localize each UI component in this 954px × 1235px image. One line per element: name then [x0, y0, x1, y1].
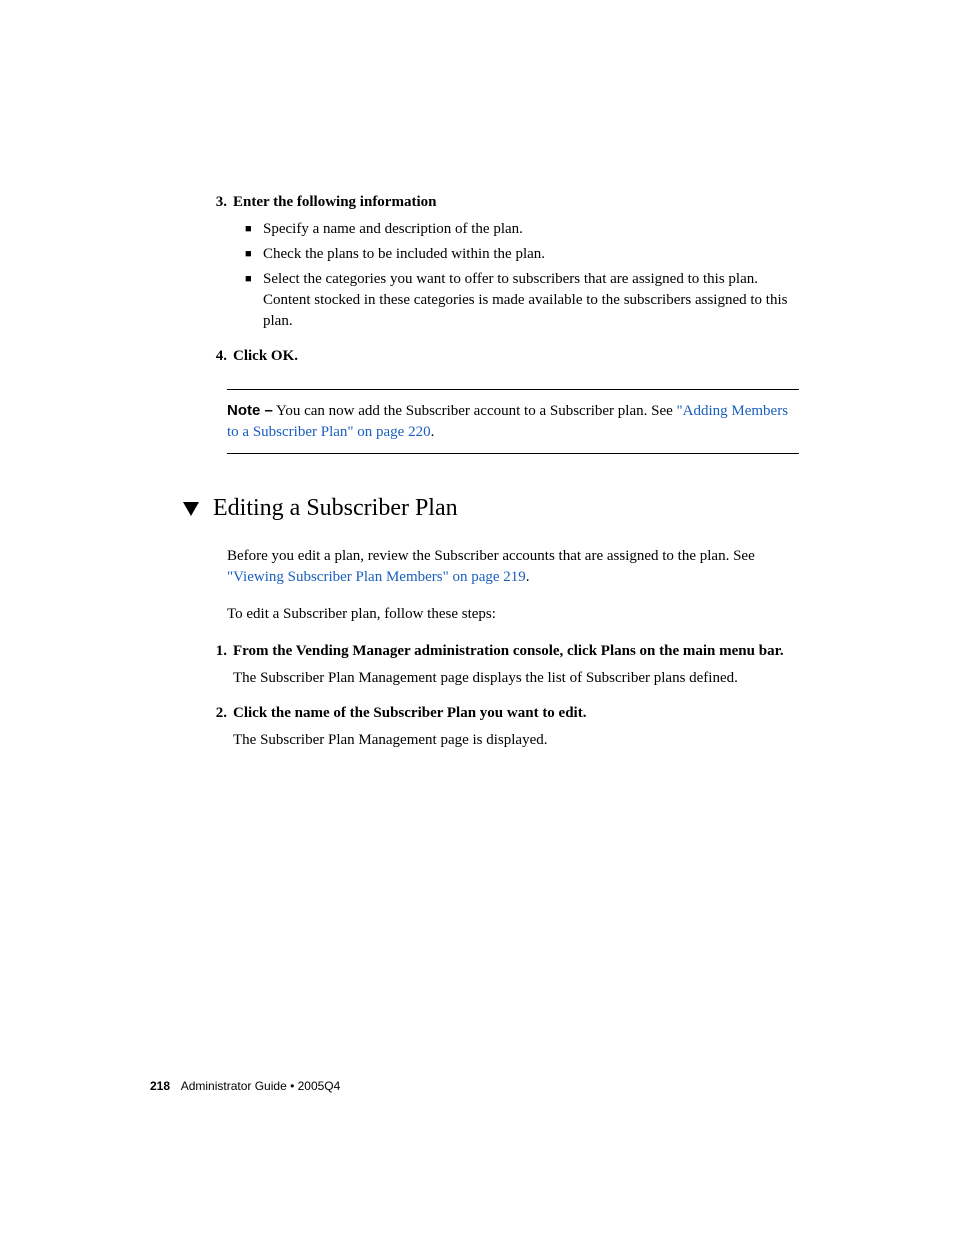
section-step-1: 1. From the Vending Manager administrati…	[155, 641, 799, 689]
triangle-down-icon	[183, 502, 199, 516]
step-3: 3. Enter the following information ■ Spe…	[155, 192, 799, 332]
intro-before: Before you edit a plan, review the Subsc…	[227, 548, 755, 564]
section-lead: To edit a Subscriber plan, follow these …	[227, 604, 799, 625]
note-box: Note – You can now add the Subscriber ac…	[227, 389, 799, 454]
section-heading: Editing a Subscriber Plan	[183, 492, 799, 526]
footer-doc-title: Administrator Guide • 2005Q4	[181, 1079, 341, 1093]
bullet-item: ■ Select the categories you want to offe…	[245, 269, 799, 332]
bullet-item: ■ Check the plans to be included within …	[245, 244, 799, 265]
section-step-2-number: 2.	[205, 703, 227, 724]
bullet-icon: ■	[245, 222, 263, 237]
intro-after: .	[526, 569, 530, 585]
section-step-2: 2. Click the name of the Subscriber Plan…	[155, 703, 799, 751]
note-text-before: You can now add the Subscriber account t…	[273, 403, 677, 419]
section-step-1-text: From the Vending Manager administration …	[233, 641, 784, 662]
bullet-text: Specify a name and description of the pl…	[263, 219, 799, 240]
bullet-text: Select the categories you want to offer …	[263, 269, 799, 332]
section-title: Editing a Subscriber Plan	[213, 492, 458, 526]
note-label: Note –	[227, 402, 273, 419]
bullet-icon: ■	[245, 247, 263, 262]
step-4: 4. Click OK.	[155, 346, 799, 367]
section-step-1-body: The Subscriber Plan Management page disp…	[233, 668, 799, 689]
bullet-item: ■ Specify a name and description of the …	[245, 219, 799, 240]
note-text-after: .	[431, 424, 435, 440]
page-content: 3. Enter the following information ■ Spe…	[0, 0, 954, 751]
intro-link[interactable]: "Viewing Subscriber Plan Members" on pag…	[227, 569, 526, 585]
step-3-text: Enter the following information	[233, 192, 436, 213]
page-footer: 218 Administrator Guide • 2005Q4	[150, 1078, 340, 1095]
section-step-2-body: The Subscriber Plan Management page is d…	[233, 730, 799, 751]
step-4-number: 4.	[205, 346, 227, 367]
step-4-text: Click OK.	[233, 346, 298, 367]
bullet-icon: ■	[245, 272, 263, 287]
step-3-bullets: ■ Specify a name and description of the …	[245, 219, 799, 332]
section-step-1-number: 1.	[205, 641, 227, 662]
section-step-2-text: Click the name of the Subscriber Plan yo…	[233, 703, 586, 724]
bullet-text: Check the plans to be included within th…	[263, 244, 799, 265]
section-intro: Before you edit a plan, review the Subsc…	[227, 546, 799, 588]
step-3-number: 3.	[205, 192, 227, 213]
page-number: 218	[150, 1079, 170, 1093]
